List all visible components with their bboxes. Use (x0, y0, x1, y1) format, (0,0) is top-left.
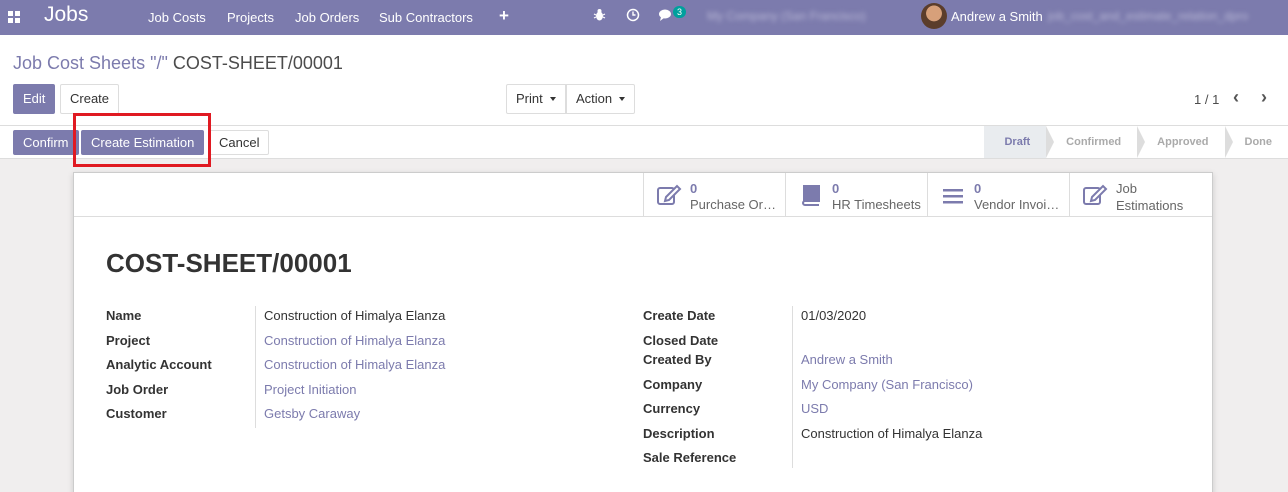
smart-count: 0 (832, 181, 840, 196)
breadcrumb-current: COST-SHEET/00001 (172, 53, 343, 73)
cancel-button[interactable]: Cancel (209, 130, 270, 155)
stage-pipeline: Draft Confirmed Approved Done (984, 126, 1288, 158)
company-switcher[interactable]: My Company (San Francisco) (707, 9, 866, 23)
field-value-job-order[interactable]: Project Initiation (264, 382, 357, 397)
edit-icon (657, 184, 682, 205)
smart-count: 0 (974, 181, 982, 196)
avatar[interactable] (921, 3, 947, 29)
field-value-analytic-account[interactable]: Construction of Himalya Elanza (264, 357, 445, 372)
field-label-currency: Currency (643, 401, 701, 416)
field-value-description: Construction of Himalya Elanza (801, 426, 983, 441)
print-label: Print (516, 91, 543, 106)
create-button[interactable]: Create (60, 84, 120, 114)
field-value-create-date: 01/03/2020 (801, 308, 867, 323)
field-value-currency[interactable]: USD (801, 401, 828, 416)
field-label-analytic-account: Analytic Account (106, 357, 212, 372)
chevron-left-icon[interactable]: ‹ (1233, 87, 1239, 108)
field-label-sale-reference: Sale Reference (643, 450, 737, 465)
edit-button[interactable]: Edit (13, 84, 56, 114)
field-value-customer[interactable]: Getsby Caraway (264, 406, 360, 421)
breadcrumb-parent[interactable]: Job Cost Sheets "/" (13, 53, 168, 73)
field-label-created-by: Created By (643, 352, 712, 367)
stage-confirmed[interactable]: Confirmed (1046, 126, 1146, 158)
field-label-description: Description (643, 426, 715, 441)
highlight-box (73, 113, 211, 167)
smart-label: Purchase Orders (690, 197, 780, 212)
list-icon (943, 189, 963, 204)
menu-job-orders[interactable]: Job Orders (295, 10, 359, 25)
top-navbar: Jobs Job Costs Projects Job Orders Sub C… (0, 0, 1288, 35)
bug-icon[interactable] (593, 8, 606, 25)
app-title[interactable]: Jobs (44, 3, 88, 27)
field-label-company: Company (643, 377, 703, 392)
messages-count-badge: 3 (673, 6, 687, 18)
confirm-button[interactable]: Confirm (13, 130, 79, 155)
smart-button-box: 0 Purchase Orders 0 HR Timesheets 0 Vend… (74, 173, 1212, 217)
chevron-right-icon[interactable]: › (1261, 87, 1267, 108)
breadcrumb: Job Cost Sheets "/" COST-SHEET/00001 (13, 53, 343, 74)
field-value-company[interactable]: My Company (San Francisco) (801, 377, 973, 392)
action-dropdown[interactable]: Action (566, 84, 636, 114)
stage-approved[interactable]: Approved (1137, 126, 1233, 158)
field-label-closed-date: Closed Date (643, 333, 719, 348)
smart-label: Vendor Invoices (974, 197, 1064, 212)
pager-value[interactable]: 1 / 1 (1194, 92, 1219, 107)
apps-menu-icon[interactable] (8, 11, 20, 23)
field-label-create-date: Create Date (643, 308, 716, 323)
user-menu[interactable]: Andrew a Smith (951, 9, 1043, 24)
purchase-orders-smart-button[interactable]: 0 Purchase Orders (643, 173, 785, 217)
smart-label: Job (1116, 181, 1137, 196)
menu-projects[interactable]: Projects (227, 10, 274, 25)
print-dropdown[interactable]: Print (506, 84, 566, 114)
field-label-name: Name (106, 308, 142, 323)
database-name: job_cost_and_estimate_relation_dpro (1048, 9, 1249, 23)
job-estimations-smart-button[interactable]: Job Estimations (1069, 173, 1211, 217)
field-value-name: Construction of Himalya Elanza (264, 308, 446, 323)
field-label-job-order: Job Order (106, 382, 169, 397)
stage-draft[interactable]: Draft (984, 126, 1054, 158)
form-sheet: 0 Purchase Orders 0 HR Timesheets 0 Vend… (73, 172, 1213, 492)
book-icon (802, 185, 820, 206)
right-column-divider (792, 306, 793, 468)
field-label-customer: Customer (106, 406, 167, 421)
record-title: COST-SHEET/00001 (106, 248, 352, 278)
hr-timesheets-smart-button[interactable]: 0 HR Timesheets (785, 173, 927, 217)
menu-job-costs[interactable]: Job Costs (148, 10, 206, 25)
edit-icon (1083, 184, 1108, 205)
plus-icon[interactable]: + (499, 6, 509, 26)
smart-label: Estimations (1116, 198, 1184, 213)
menu-sub-contractors[interactable]: Sub Contractors (379, 10, 473, 25)
action-label: Action (576, 91, 613, 106)
field-label-project: Project (106, 333, 151, 348)
vendor-invoices-smart-button[interactable]: 0 Vendor Invoices (927, 173, 1069, 217)
clock-icon[interactable] (626, 8, 640, 25)
smart-label: HR Timesheets (832, 197, 921, 212)
field-value-created-by[interactable]: Andrew a Smith (801, 352, 893, 367)
field-value-project[interactable]: Construction of Himalya Elanza (264, 333, 445, 348)
left-column-divider (255, 306, 256, 428)
smart-count: 0 (690, 181, 698, 196)
stage-done[interactable]: Done (1224, 126, 1288, 158)
